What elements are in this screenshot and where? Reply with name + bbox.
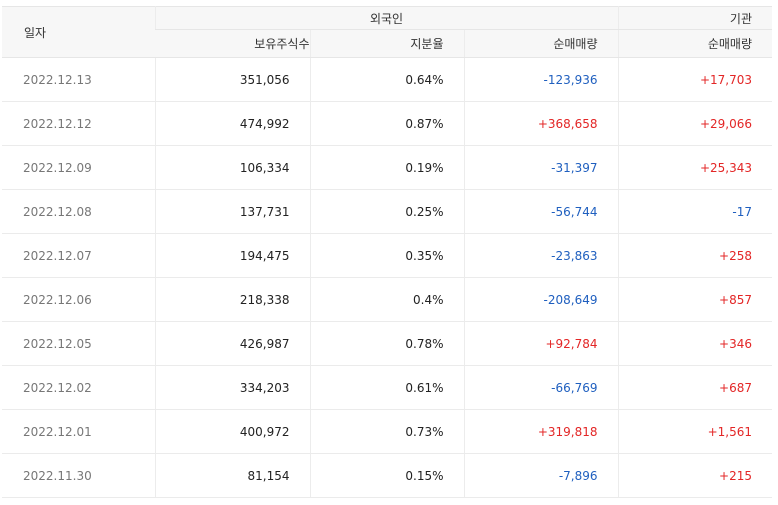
holdings-column-header: 보유주식수 <box>155 29 310 58</box>
foreign-net-cell: +368,658 <box>463 101 618 146</box>
ratio-cell: 0.87% <box>309 101 464 146</box>
foreign-net-cell: -66,769 <box>463 365 618 410</box>
foreign-net-cell: +92,784 <box>463 321 618 366</box>
ratio-cell: 0.19% <box>309 145 464 190</box>
table-row: 2022.12.05 426,987 0.78% +92,784 +346 <box>2 321 772 366</box>
foreign-net-cell: -56,744 <box>463 189 618 234</box>
foreign-net-column-header: 순매매량 <box>463 29 618 58</box>
institution-net-cell: +215 <box>617 453 772 498</box>
foreign-net-cell: -208,649 <box>463 277 618 322</box>
foreign-net-cell: -31,397 <box>463 145 618 190</box>
table-body: 2022.12.13 351,056 0.64% -123,936 +17,703 202… <box>2 57 772 498</box>
date-cell: 2022.12.01 <box>2 409 155 454</box>
holdings-cell: 474,992 <box>154 101 310 146</box>
ratio-cell: 0.25% <box>309 189 464 234</box>
table-row: 2022.12.09 106,334 0.19% -31,397 +25,343 <box>2 145 772 190</box>
date-cell: 2022.12.02 <box>2 365 155 410</box>
date-cell: 2022.12.07 <box>2 233 155 278</box>
ratio-cell: 0.61% <box>309 365 464 410</box>
ratio-cell: 0.4% <box>309 277 464 322</box>
date-cell: 2022.11.30 <box>2 453 155 498</box>
holdings-cell: 400,972 <box>154 409 310 454</box>
table-row: 2022.11.30 81,154 0.15% -7,896 +215 <box>2 453 772 498</box>
date-column-header: 일자 <box>2 6 155 58</box>
holdings-cell: 194,475 <box>154 233 310 278</box>
ratio-cell: 0.73% <box>309 409 464 454</box>
table-row: 2022.12.07 194,475 0.35% -23,863 +258 <box>2 233 772 278</box>
foreign-net-cell: -23,863 <box>463 233 618 278</box>
holdings-cell: 218,338 <box>154 277 310 322</box>
institution-net-cell: +346 <box>617 321 772 366</box>
institution-net-cell: +1,561 <box>617 409 772 454</box>
date-cell: 2022.12.12 <box>2 101 155 146</box>
holdings-cell: 81,154 <box>154 453 310 498</box>
date-cell: 2022.12.08 <box>2 189 155 234</box>
date-cell: 2022.12.05 <box>2 321 155 366</box>
ratio-cell: 0.35% <box>309 233 464 278</box>
ratio-cell: 0.78% <box>309 321 464 366</box>
foreign-net-cell: +319,818 <box>463 409 618 454</box>
table-row: 2022.12.06 218,338 0.4% -208,649 +857 <box>2 277 772 322</box>
institution-net-cell: -17 <box>617 189 772 234</box>
holdings-cell: 351,056 <box>154 57 310 102</box>
foreign-net-cell: -123,936 <box>463 57 618 102</box>
ratio-cell: 0.15% <box>309 453 464 498</box>
holdings-cell: 137,731 <box>154 189 310 234</box>
institution-net-cell: +29,066 <box>617 101 772 146</box>
table-row: 2022.12.01 400,972 0.73% +319,818 +1,561 <box>2 409 772 454</box>
foreign-group-header: 외국인 <box>154 6 618 30</box>
holdings-cell: 106,334 <box>154 145 310 190</box>
institution-net-cell: +857 <box>617 277 772 322</box>
table-row: 2022.12.08 137,731 0.25% -56,744 -17 <box>2 189 772 234</box>
ratio-cell: 0.64% <box>309 57 464 102</box>
header-row-groups: 일자 외국인 기관 <box>2 6 772 58</box>
institution-group-header: 기관 <box>617 6 772 30</box>
foreign-net-cell: -7,896 <box>463 453 618 498</box>
date-cell: 2022.12.09 <box>2 145 155 190</box>
table-row: 2022.12.02 334,203 0.61% -66,769 +687 <box>2 365 772 410</box>
date-cell: 2022.12.06 <box>2 277 155 322</box>
table-row: 2022.12.12 474,992 0.87% +368,658 +29,066 <box>2 101 772 146</box>
ratio-column-header: 지분율 <box>309 29 464 58</box>
table-row: 2022.12.13 351,056 0.64% -123,936 +17,703 <box>2 57 772 102</box>
investor-trading-table: 일자 외국인 기관 보유주식수 지분율 순매매량 순매매량 2022.12.13… <box>2 6 772 498</box>
table-header: 일자 외국인 기관 보유주식수 지분율 순매매량 순매매량 <box>2 6 772 58</box>
institution-net-cell: +17,703 <box>617 57 772 102</box>
institution-net-cell: +258 <box>617 233 772 278</box>
institution-net-column-header: 순매매량 <box>617 29 772 58</box>
date-cell: 2022.12.13 <box>2 57 155 102</box>
holdings-cell: 334,203 <box>154 365 310 410</box>
institution-net-cell: +687 <box>617 365 772 410</box>
institution-net-cell: +25,343 <box>617 145 772 190</box>
holdings-cell: 426,987 <box>154 321 310 366</box>
